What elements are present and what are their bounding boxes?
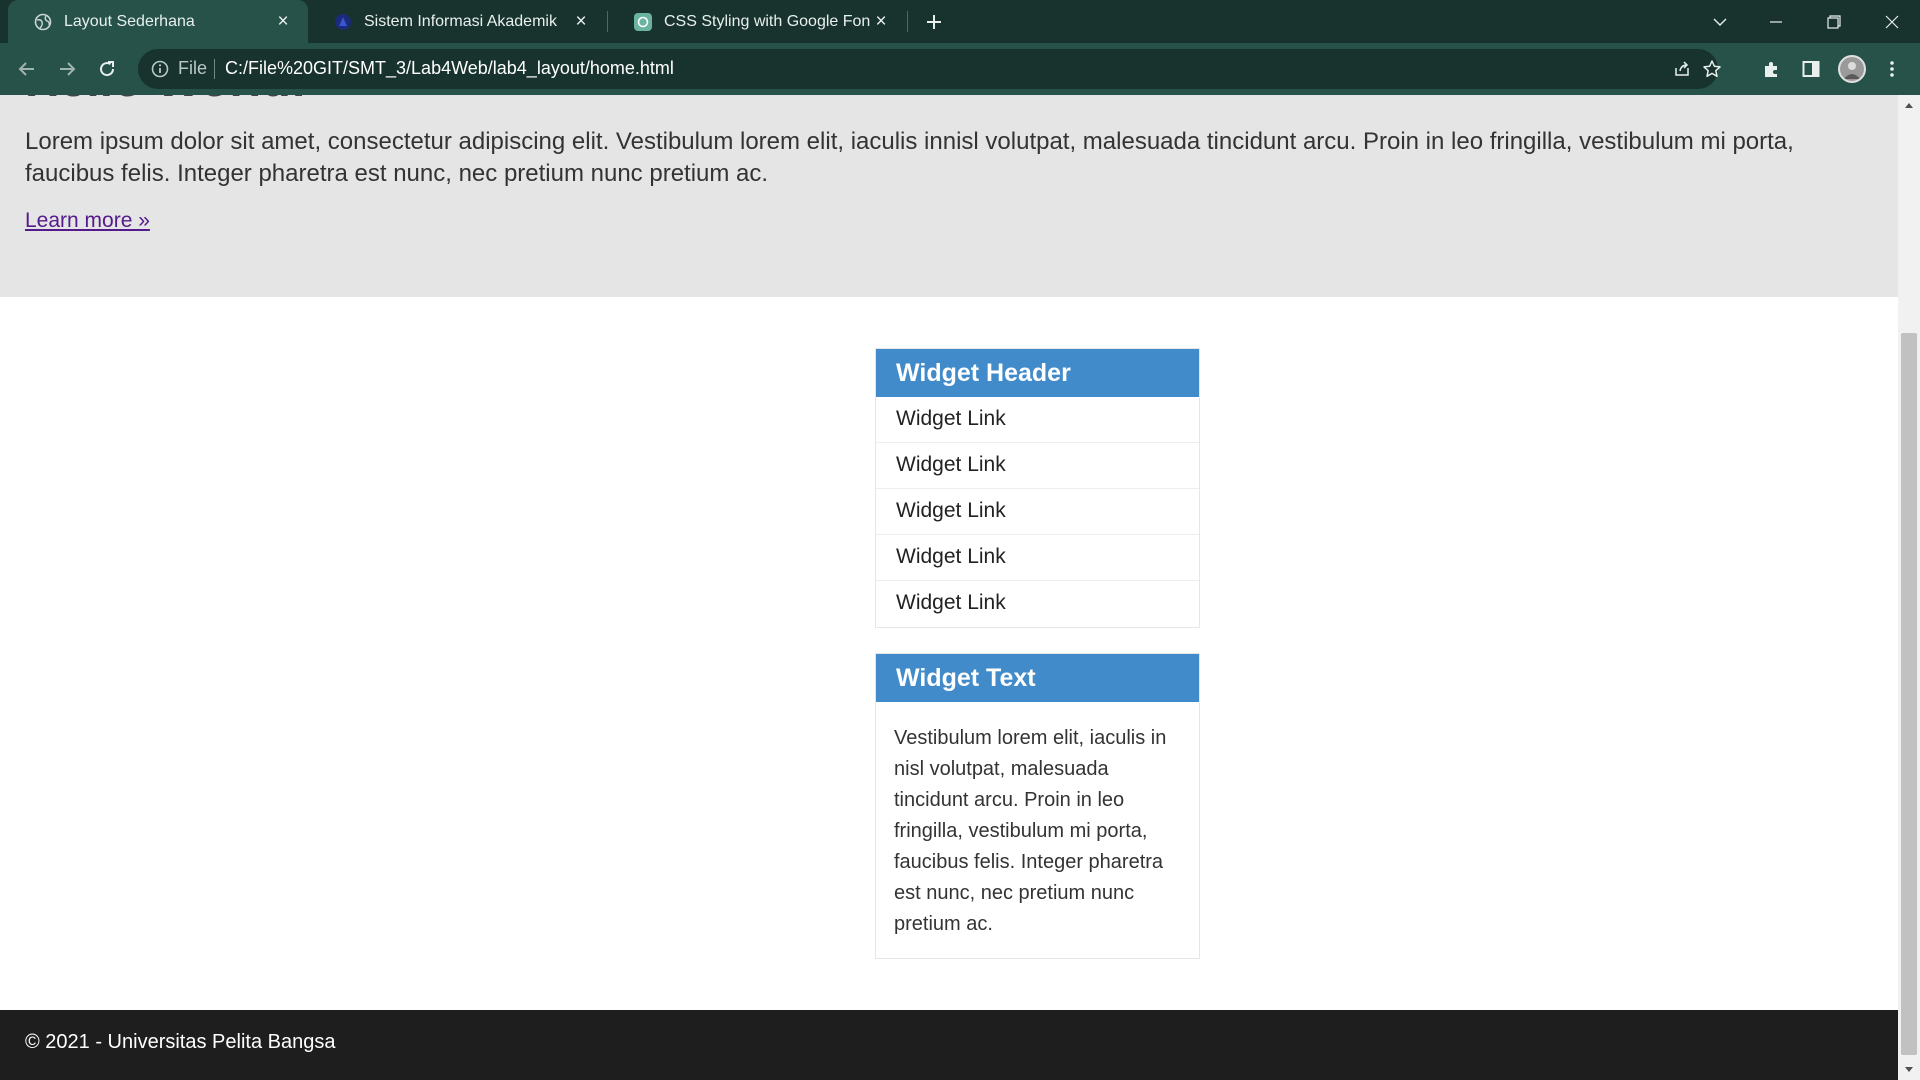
scroll-up-arrow-icon[interactable] [1898,95,1920,115]
tab-layout-sederhana[interactable]: Layout Sederhana × [8,0,308,43]
close-window-button[interactable] [1864,0,1920,43]
vertical-scrollbar[interactable] [1898,95,1920,1080]
side-panel-icon[interactable] [1797,55,1825,83]
hero-section: Hello World! Lorem ipsum dolor sit amet,… [0,95,1898,297]
profile-avatar[interactable] [1838,55,1866,83]
tab-title: Sistem Informasi Akademik [364,12,557,30]
close-icon[interactable]: × [570,11,592,33]
info-icon[interactable] [150,59,170,79]
openai-icon [634,12,652,31]
restore-button[interactable] [1806,0,1862,43]
new-tab-button[interactable] [921,9,947,35]
reload-button[interactable] [91,53,123,85]
hero-heading: Hello World! [25,95,307,108]
tab-strip: Layout Sederhana × Sistem Informasi Akad… [0,0,1920,43]
menu-kebab-icon[interactable] [1878,55,1906,83]
widget-link[interactable]: Widget Link [876,397,1199,443]
links-widget: Widget Header Widget Link Widget Link Wi… [875,348,1200,628]
tab-title: Layout Sederhana [64,12,195,30]
widget-header: Widget Header [876,349,1199,397]
forward-button[interactable] [51,53,83,85]
scrollbar-thumb[interactable] [1901,333,1917,1055]
footer-copyright: © 2021 - Universitas Pelita Bangsa [25,1031,336,1053]
share-icon[interactable] [1670,57,1694,81]
widget-header: Widget Text [876,654,1199,702]
url-text[interactable]: C:/File%20GIT/SMT_3/Lab4Web/lab4_layout/… [225,58,674,79]
widget-link[interactable]: Widget Link [876,489,1199,535]
widget-link-list: Widget Link Widget Link Widget Link Widg… [876,397,1199,627]
globe-icon [34,13,52,31]
minimize-button[interactable] [1748,0,1804,43]
widget-text-body: Vestibulum lorem elit, iaculis in nisl v… [894,727,1167,935]
widget-link[interactable]: Widget Link [876,581,1199,627]
widget-link[interactable]: Widget Link [876,443,1199,489]
back-button[interactable] [11,53,43,85]
tab-title: CSS Styling with Google Fonts [664,12,870,30]
extensions-icon[interactable] [1758,55,1786,83]
tab-css-styling[interactable]: CSS Styling with Google Fonts × [608,0,906,43]
tab-separator [907,11,908,32]
scheme-label: File [178,58,208,78]
tab-sistem-informasi-akademik[interactable]: Sistem Informasi Akademik × [308,0,606,43]
scroll-down-arrow-icon[interactable] [1898,1060,1920,1080]
learn-more-link[interactable]: Learn more » [25,209,150,233]
campus-logo-icon [334,13,352,31]
page-viewport: Hello World! Lorem ipsum dolor sit amet,… [0,95,1898,1080]
close-icon[interactable]: × [870,11,892,33]
widget-link[interactable]: Widget Link [876,535,1199,581]
hero-text: Lorem ipsum dolor sit amet, consectetur … [25,128,1794,187]
address-divider [214,59,215,79]
bookmark-star-icon[interactable] [1700,57,1724,81]
page-footer: © 2021 - Universitas Pelita Bangsa [0,1010,1898,1080]
text-widget: Widget Text Vestibulum lorem elit, iacul… [875,653,1200,959]
tab-search-button[interactable] [1692,0,1748,43]
address-bar[interactable]: File C:/File%20GIT/SMT_3/Lab4Web/lab4_la… [138,49,1721,89]
browser-toolbar: File C:/File%20GIT/SMT_3/Lab4Web/lab4_la… [0,43,1920,95]
close-icon[interactable]: × [272,11,294,33]
